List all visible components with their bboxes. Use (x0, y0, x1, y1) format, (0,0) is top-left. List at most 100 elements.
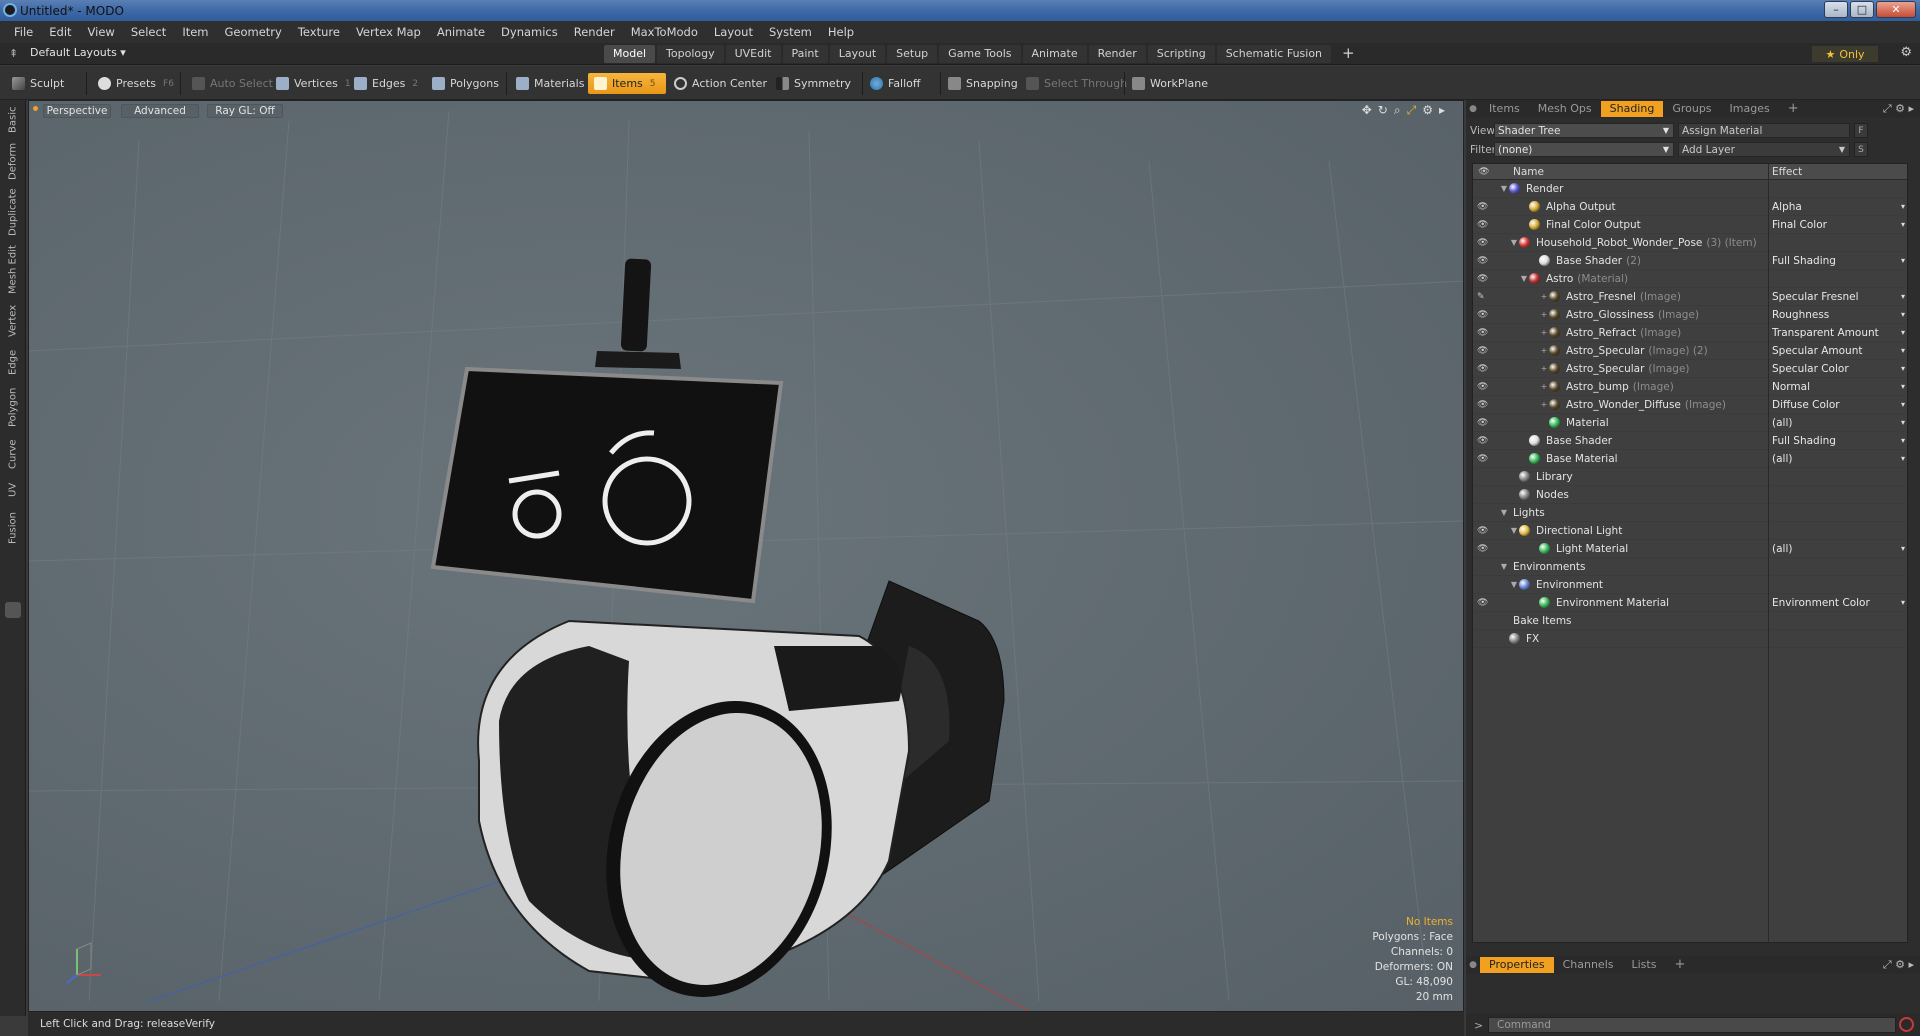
viewport-gear-icon[interactable]: ⚙ (1422, 103, 1433, 118)
tab-curve[interactable]: Curve (2, 436, 24, 472)
add-panel-tab-button[interactable]: + (1779, 101, 1808, 117)
visibility-icon[interactable]: 👁 (1477, 418, 1491, 428)
zoom-icon[interactable]: ⌕ (1394, 103, 1401, 118)
tab-paint[interactable]: Paint (782, 45, 828, 63)
tab-setup[interactable]: Setup (887, 45, 938, 63)
tab-uvedit[interactable]: UVEdit (725, 45, 781, 63)
effect-dropdown-icon[interactable]: ▾ (1901, 454, 1905, 463)
visibility-icon[interactable]: 👁 (1477, 238, 1491, 248)
command-input[interactable]: Command (1488, 1017, 1896, 1033)
tree-row[interactable]: 👁 + Astro_Wonder_Diffuse (Image) Diffuse Col… (1473, 396, 1907, 414)
effect-cell[interactable]: (all) ▾ (1769, 414, 1909, 432)
visibility-icon[interactable] (1477, 634, 1491, 644)
tree-row[interactable]: 👁 Base Material (all) ▾ (1473, 450, 1907, 468)
tab-vertex[interactable]: Vertex (2, 302, 24, 340)
tree-row[interactable]: ▼ Environment (1473, 576, 1907, 594)
tree-row[interactable]: Library (1473, 468, 1907, 486)
only-toggle[interactable]: ★ Only (1812, 46, 1878, 62)
vertices-button[interactable]: Vertices 1 (270, 73, 357, 94)
effect-cell[interactable]: Transparent Amount ▾ (1769, 324, 1909, 342)
expand-toggle-icon[interactable]: ▼ (1509, 580, 1519, 589)
menu-select[interactable]: Select (123, 25, 174, 39)
visibility-icon[interactable] (1477, 616, 1491, 626)
expand-toggle-icon[interactable]: + (1539, 310, 1549, 319)
effect-dropdown-icon[interactable]: ▾ (1901, 598, 1905, 607)
expand-toggle-icon[interactable]: + (1539, 328, 1549, 337)
effect-cell[interactable]: (all) ▾ (1769, 540, 1909, 558)
effect-cell[interactable]: Specular Fresnel ▾ (1769, 288, 1909, 306)
visibility-icon[interactable]: 👁 (1477, 328, 1491, 338)
menu-view[interactable]: View (80, 25, 123, 39)
expand-toggle-icon[interactable]: ▼ (1509, 238, 1519, 247)
f-button[interactable]: F (1854, 123, 1868, 138)
effect-cell[interactable]: Roughness ▾ (1769, 306, 1909, 324)
tree-row[interactable]: ✎ + Astro_Fresnel (Image) Specular Fresnel ▾ (1473, 288, 1907, 306)
tab-duplicate[interactable]: Duplicate (2, 186, 24, 238)
visibility-icon[interactable]: 👁 (1477, 436, 1491, 446)
tree-row[interactable]: FX (1473, 630, 1907, 648)
menu-file[interactable]: File (6, 25, 41, 39)
record-icon[interactable] (1899, 1017, 1914, 1032)
effect-cell[interactable]: Full Shading ▾ (1769, 432, 1909, 450)
effect-cell[interactable]: (all) ▾ (1769, 450, 1909, 468)
effect-dropdown-icon[interactable]: ▾ (1901, 346, 1905, 355)
tab-game-tools[interactable]: Game Tools (939, 45, 1021, 63)
add-layer-dropdown[interactable]: Add Layer ▼ (1678, 142, 1850, 157)
tab-schematic-fusion[interactable]: Schematic Fusion (1216, 45, 1332, 63)
menu-edit[interactable]: Edit (41, 25, 79, 39)
tree-row[interactable]: Bake Items (1473, 612, 1907, 630)
tree-row[interactable]: 👁 Final Color Output Final Color ▾ (1473, 216, 1907, 234)
tree-row[interactable]: 👁 Base Shader Full Shading ▾ (1473, 432, 1907, 450)
tab-fusion[interactable]: Fusion (2, 508, 24, 548)
expand-arrow-icon[interactable]: ▸ (1439, 103, 1445, 118)
expand-toggle-icon[interactable]: + (1539, 364, 1549, 373)
strip-collapse-icon[interactable] (5, 602, 21, 618)
tab-topology[interactable]: Topology (657, 45, 724, 63)
tree-row[interactable]: 👁 + Astro_bump (Image) Normal ▾ (1473, 378, 1907, 396)
menu-system[interactable]: System (761, 25, 820, 39)
visibility-icon[interactable] (1477, 184, 1491, 194)
add-layout-tab-button[interactable]: + (1333, 45, 1364, 63)
snapping-button[interactable]: Snapping (942, 73, 1024, 94)
panel-settings-icon[interactable]: ⤢ ⚙ ▸ (1883, 102, 1914, 116)
menu-texture[interactable]: Texture (290, 25, 348, 39)
menu-item[interactable]: Item (174, 25, 216, 39)
menu-dynamics[interactable]: Dynamics (493, 25, 566, 39)
falloff-button[interactable]: Falloff (864, 73, 926, 94)
effect-cell[interactable]: Normal ▾ (1769, 378, 1909, 396)
expand-toggle-icon[interactable]: ▼ (1519, 274, 1529, 283)
tree-row[interactable]: ▼ Environments (1473, 558, 1907, 576)
visibility-icon[interactable]: 👁 (1477, 544, 1491, 554)
visibility-icon[interactable]: ✎ (1477, 292, 1491, 302)
action-center-button[interactable]: Action Center (668, 73, 773, 94)
tree-row[interactable]: Nodes (1473, 486, 1907, 504)
name-column-header[interactable]: Name (1495, 166, 1769, 178)
close-button[interactable]: ✕ (1876, 1, 1916, 18)
maximize-button[interactable]: □ (1850, 1, 1874, 18)
workplane-button[interactable]: WorkPlane (1126, 73, 1214, 94)
bottom-settings-icon[interactable]: ⤢ ⚙ ▸ (1883, 958, 1914, 972)
effect-dropdown-icon[interactable]: ▾ (1901, 310, 1905, 319)
expand-toggle-icon[interactable]: ▼ (1499, 184, 1509, 193)
tree-row[interactable]: ▼ Lights (1473, 504, 1907, 522)
visibility-icon[interactable]: 👁 (1477, 382, 1491, 392)
tab-lists[interactable]: Lists (1623, 957, 1666, 973)
3d-viewport[interactable]: Perspective Advanced Ray GL: Off ✥ ↻ ⌕ ⤢… (28, 100, 1464, 1012)
tree-row[interactable]: 👁 ▼ Directional Light (1473, 522, 1907, 540)
tab-polygon[interactable]: Polygon (2, 384, 24, 430)
presets-button[interactable]: Presets F6 (92, 73, 180, 94)
tab-uv[interactable]: UV (2, 478, 24, 502)
menu-help[interactable]: Help (820, 25, 862, 39)
tab-basic[interactable]: Basic (2, 104, 24, 136)
effect-cell[interactable]: Specular Amount ▾ (1769, 342, 1909, 360)
visibility-icon[interactable] (1477, 490, 1491, 500)
expand-toggle-icon[interactable]: ▼ (1499, 562, 1509, 571)
visibility-icon[interactable]: 👁 (1477, 220, 1491, 230)
perspective-dropdown[interactable]: Perspective (43, 104, 111, 118)
tree-row[interactable]: 👁 + Astro_Refract (Image) Transparent Amount… (1473, 324, 1907, 342)
expand-toggle-icon[interactable]: + (1539, 346, 1549, 355)
tab-channels[interactable]: Channels (1554, 957, 1623, 973)
auto-select-button[interactable]: Auto Select (186, 73, 279, 94)
effect-cell[interactable]: Full Shading ▾ (1769, 252, 1909, 270)
tab-mesh-edit[interactable]: Mesh Edit (2, 244, 24, 296)
